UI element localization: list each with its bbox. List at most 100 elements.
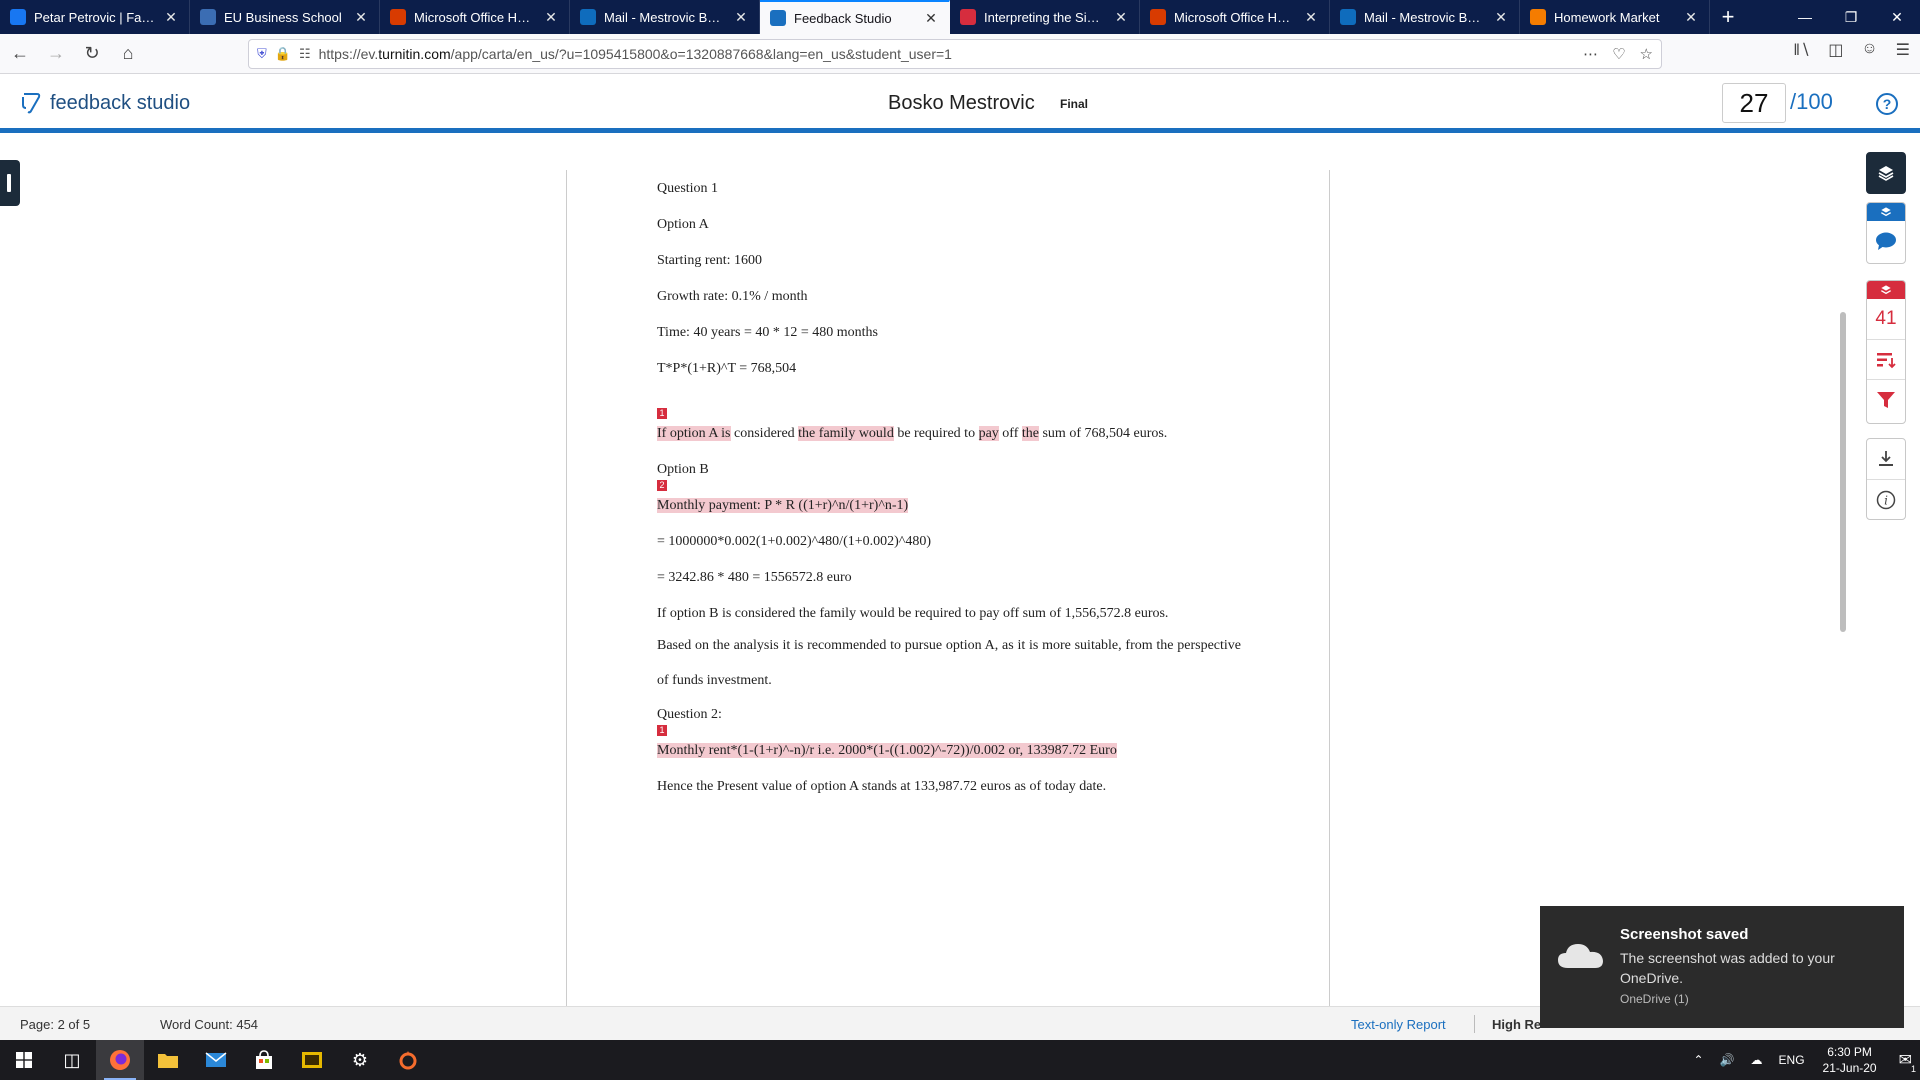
new-tab-button[interactable]: + <box>1710 0 1746 34</box>
similarity-score-button[interactable]: 41 <box>1867 299 1905 339</box>
tab-close-icon[interactable]: ✕ <box>733 9 749 26</box>
tab-close-icon[interactable]: ✕ <box>1303 9 1319 26</box>
help-icon[interactable]: ? <box>1876 93 1898 115</box>
document-paragraph[interactable]: = 3242.86 * 480 = 1556572.8 euro <box>657 569 852 587</box>
submission-info-button[interactable]: i <box>1867 479 1905 519</box>
similarity-layer-cap[interactable] <box>1867 281 1905 299</box>
filter-button[interactable] <box>1867 379 1905 419</box>
browser-tab[interactable]: Petar Petrovic | Facebook ✕ <box>0 0 190 34</box>
url-text[interactable]: https://ev.turnitin.com/app/carta/en_us/… <box>319 46 1583 62</box>
task-view-button[interactable]: ◫ <box>48 1040 96 1080</box>
shield-icon[interactable]: ⛨ <box>257 46 267 62</box>
document-paragraph[interactable]: Time: 40 years = 40 * 12 = 480 months <box>657 324 878 342</box>
document-paragraph[interactable]: Growth rate: 0.1% / month <box>657 288 807 306</box>
highlighted-match-text[interactable]: If option A is <box>657 426 731 441</box>
menu-icon[interactable]: ☰ <box>1896 40 1910 60</box>
sidebar-toggle-icon[interactable]: ◫ <box>1828 40 1843 60</box>
document-scrollbar[interactable] <box>1840 312 1846 632</box>
maximize-button[interactable]: ❐ <box>1828 0 1874 34</box>
tab-close-icon[interactable]: ✕ <box>1493 9 1509 26</box>
tab-list: Petar Petrovic | Facebook✕EU Business Sc… <box>0 0 1710 34</box>
layers-button[interactable] <box>1866 152 1906 194</box>
taskbar-store[interactable] <box>240 1040 288 1080</box>
home-button[interactable]: ⌂ <box>112 38 144 70</box>
highlighted-match-text[interactable]: Monthly payment: P * R ((1+r)^n/(1+r)^n-… <box>657 498 909 513</box>
similarity-match-marker[interactable]: 1 <box>657 725 667 736</box>
tab-close-icon[interactable]: ✕ <box>163 9 179 26</box>
document-paragraph[interactable]: Based on the analysis it is recommended … <box>657 628 1241 698</box>
document-paragraph[interactable]: T*P*(1+R)^T = 768,504 <box>657 360 796 378</box>
paragraph-text: considered <box>730 426 799 441</box>
close-window-button[interactable]: ✕ <box>1874 0 1920 34</box>
start-button[interactable] <box>0 1040 48 1080</box>
page-actions-icon[interactable]: ⋯ <box>1583 45 1598 63</box>
tab-close-icon[interactable]: ✕ <box>543 9 559 26</box>
document-paragraph[interactable]: Monthly rent*(1-(1+r)^-n)/r i.e. 2000*(1… <box>657 742 1117 760</box>
url-prefix: https://ev. <box>318 46 379 62</box>
tab-close-icon[interactable]: ✕ <box>1683 9 1699 26</box>
match-overview-button[interactable] <box>1867 339 1905 379</box>
browser-tab[interactable]: Interpreting the Similarity Report ✕ <box>950 0 1140 34</box>
browser-tab[interactable]: Feedback Studio ✕ <box>760 0 950 34</box>
document-paragraph[interactable]: Option B <box>657 461 709 479</box>
document-paragraph[interactable]: Monthly payment: P * R ((1+r)^n/(1+r)^n-… <box>657 497 909 515</box>
tab-close-icon[interactable]: ✕ <box>1113 9 1129 26</box>
download-button[interactable] <box>1867 439 1905 479</box>
text-only-report-link[interactable]: Text-only Report <box>1351 1017 1446 1032</box>
taskbar-firefox[interactable] <box>96 1040 144 1080</box>
similarity-match-marker[interactable]: 1 <box>657 408 667 419</box>
url-bar[interactable]: ⛨ 🔒 ☷ https://ev.turnitin.com/app/carta/… <box>248 39 1662 69</box>
back-button[interactable]: ← <box>4 38 36 70</box>
taskbar-file-explorer[interactable] <box>144 1040 192 1080</box>
onedrive-tray-icon[interactable]: ☁ <box>1751 1053 1763 1067</box>
document-paragraph[interactable]: If option B is considered the family wou… <box>657 605 1168 623</box>
taskbar-mail[interactable] <box>192 1040 240 1080</box>
library-icon[interactable]: ‖∖ <box>1793 40 1810 60</box>
taskbar-settings[interactable]: ⚙ <box>336 1040 384 1080</box>
lock-icon[interactable]: 🔒 <box>275 46 291 62</box>
pocket-icon[interactable]: ♡ <box>1612 45 1625 63</box>
score-input[interactable]: 27 <box>1722 83 1786 123</box>
tab-close-icon[interactable]: ✕ <box>923 10 939 27</box>
feedback-studio-logo[interactable]: feedback studio <box>20 91 190 115</box>
account-icon[interactable]: ☺ <box>1861 40 1877 60</box>
document-paragraph[interactable]: Hence the Present value of option A stan… <box>657 778 1106 796</box>
screenshot-saved-notification[interactable]: Screenshot saved The screenshot was adde… <box>1540 906 1904 1028</box>
document-paragraph[interactable]: Option A <box>657 216 709 234</box>
document-paragraph[interactable]: Question 1 <box>657 180 718 198</box>
taskbar-screen-app[interactable] <box>288 1040 336 1080</box>
browser-tab[interactable]: Microsoft Office Home ✕ <box>380 0 570 34</box>
notification-center-icon[interactable]: ✉ 1 <box>1899 1050 1916 1074</box>
minimize-button[interactable]: — <box>1782 0 1828 34</box>
bookmark-star-icon[interactable]: ☆ <box>1640 45 1653 63</box>
browser-tab[interactable]: Mail - Mestrovic Bosko - Outlook ✕ <box>570 0 760 34</box>
volume-icon[interactable]: 🔊 <box>1720 1053 1735 1067</box>
comments-button[interactable] <box>1867 221 1905 261</box>
high-resolution-label[interactable]: High Re <box>1492 1017 1541 1032</box>
highlighted-match-text[interactable]: pay <box>978 426 999 441</box>
clock[interactable]: 6:30 PM 21-Jun-20 <box>1823 1044 1877 1076</box>
document-page[interactable]: Question 1 Option A Starting rent: 1600 Gro… <box>566 170 1330 1006</box>
highlighted-match-text[interactable]: Monthly rent*(1-(1+r)^-n)/r i.e. 2000*(1… <box>657 743 1117 758</box>
browser-tab[interactable]: Microsoft Office Home ✕ <box>1140 0 1330 34</box>
document-paragraph[interactable]: = 1000000*0.002(1+0.002)^480/(1+0.002)^4… <box>657 533 931 551</box>
browser-tab[interactable]: Mail - Mestrovic Bosko - Outlook ✕ <box>1330 0 1520 34</box>
language-indicator[interactable]: ENG <box>1779 1053 1805 1067</box>
left-panel-toggle[interactable] <box>0 160 20 206</box>
document-paragraph[interactable]: Starting rent: 1600 <box>657 252 762 270</box>
document-paragraph[interactable]: If option A is considered the family wou… <box>657 425 1167 443</box>
show-hidden-icons-chevron-icon[interactable]: ⌃ <box>1694 1053 1704 1067</box>
browser-tab[interactable]: Homework Market ✕ <box>1520 0 1710 34</box>
similarity-match-marker[interactable]: 2 <box>657 480 667 491</box>
grading-layer-cap[interactable] <box>1867 203 1905 221</box>
highlighted-match-text[interactable]: the family would <box>798 426 894 441</box>
permissions-icon[interactable]: ☷ <box>299 46 311 62</box>
homework-market-icon <box>1530 9 1546 25</box>
highlighted-match-text[interactable]: the <box>1021 426 1039 441</box>
taskbar-origin[interactable] <box>384 1040 432 1080</box>
tab-close-icon[interactable]: ✕ <box>353 9 369 26</box>
browser-tab[interactable]: EU Business School ✕ <box>190 0 380 34</box>
forward-button[interactable]: → <box>40 38 72 70</box>
document-paragraph[interactable]: Question 2: <box>657 706 722 724</box>
reload-button[interactable]: ↻ <box>76 38 108 70</box>
